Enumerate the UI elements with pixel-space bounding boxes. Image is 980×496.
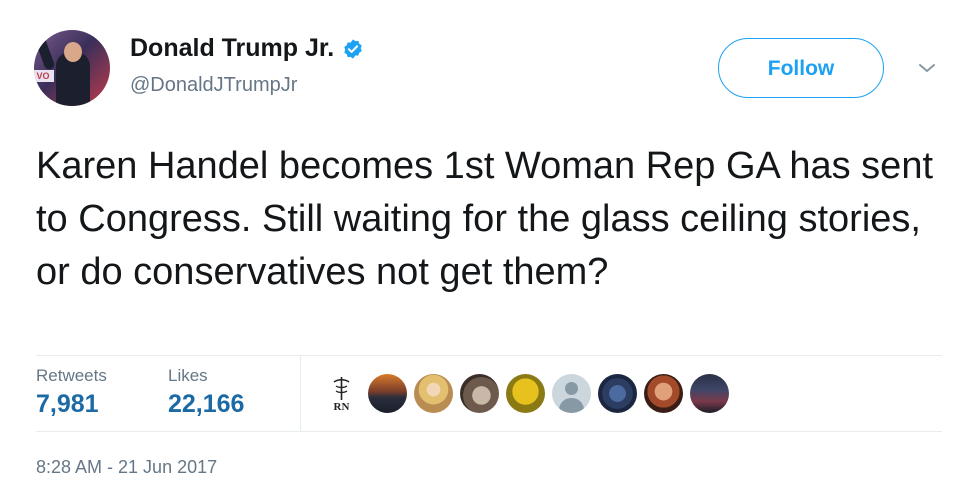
avatar-face <box>64 42 82 62</box>
liker-rn-logo[interactable]: RN <box>322 374 361 413</box>
tweet-timestamp[interactable]: 8:28 AM - 21 Jun 2017 <box>36 457 217 478</box>
stats-separator <box>300 356 301 432</box>
tweet-text: Karen Handel becomes 1st Woman Rep GA ha… <box>36 145 934 293</box>
retweets-stat[interactable]: Retweets 7,981 <box>36 366 107 419</box>
divider-bottom <box>36 431 942 432</box>
follow-button[interactable]: Follow <box>718 38 884 98</box>
author-avatar[interactable]: VO <box>34 30 110 106</box>
tweet-stats: Retweets 7,981 Likes 22,166 RN <box>36 356 942 432</box>
author-name-row[interactable]: Donald Trump Jr. <box>130 34 364 63</box>
liker-dog[interactable] <box>460 374 499 413</box>
liker-yellow[interactable] <box>506 374 545 413</box>
author-display-name[interactable]: Donald Trump Jr. <box>130 34 334 63</box>
avatar-sign-text: VO <box>34 70 54 82</box>
liker-sunset[interactable] <box>368 374 407 413</box>
author-handle[interactable]: @DonaldJTrumpJr <box>130 74 297 97</box>
verified-badge-icon <box>344 38 362 59</box>
liker-avatars: RN <box>322 374 729 413</box>
liker-default[interactable] <box>552 374 591 413</box>
liker-rn-text: RN <box>334 401 350 413</box>
likes-stat[interactable]: Likes 22,166 <box>168 366 244 419</box>
retweets-label: Retweets <box>36 366 107 385</box>
liker-tv[interactable] <box>598 374 637 413</box>
chevron-down-icon[interactable] <box>916 60 938 76</box>
liker-man[interactable] <box>644 374 683 413</box>
caduceus-icon: RN <box>333 377 350 413</box>
likes-count: 22,166 <box>168 390 245 418</box>
avatar-arm <box>34 35 56 71</box>
likes-label: Likes <box>168 366 208 385</box>
liker-city[interactable] <box>690 374 729 413</box>
liker-blonde[interactable] <box>414 374 453 413</box>
retweets-count: 7,981 <box>36 390 99 418</box>
